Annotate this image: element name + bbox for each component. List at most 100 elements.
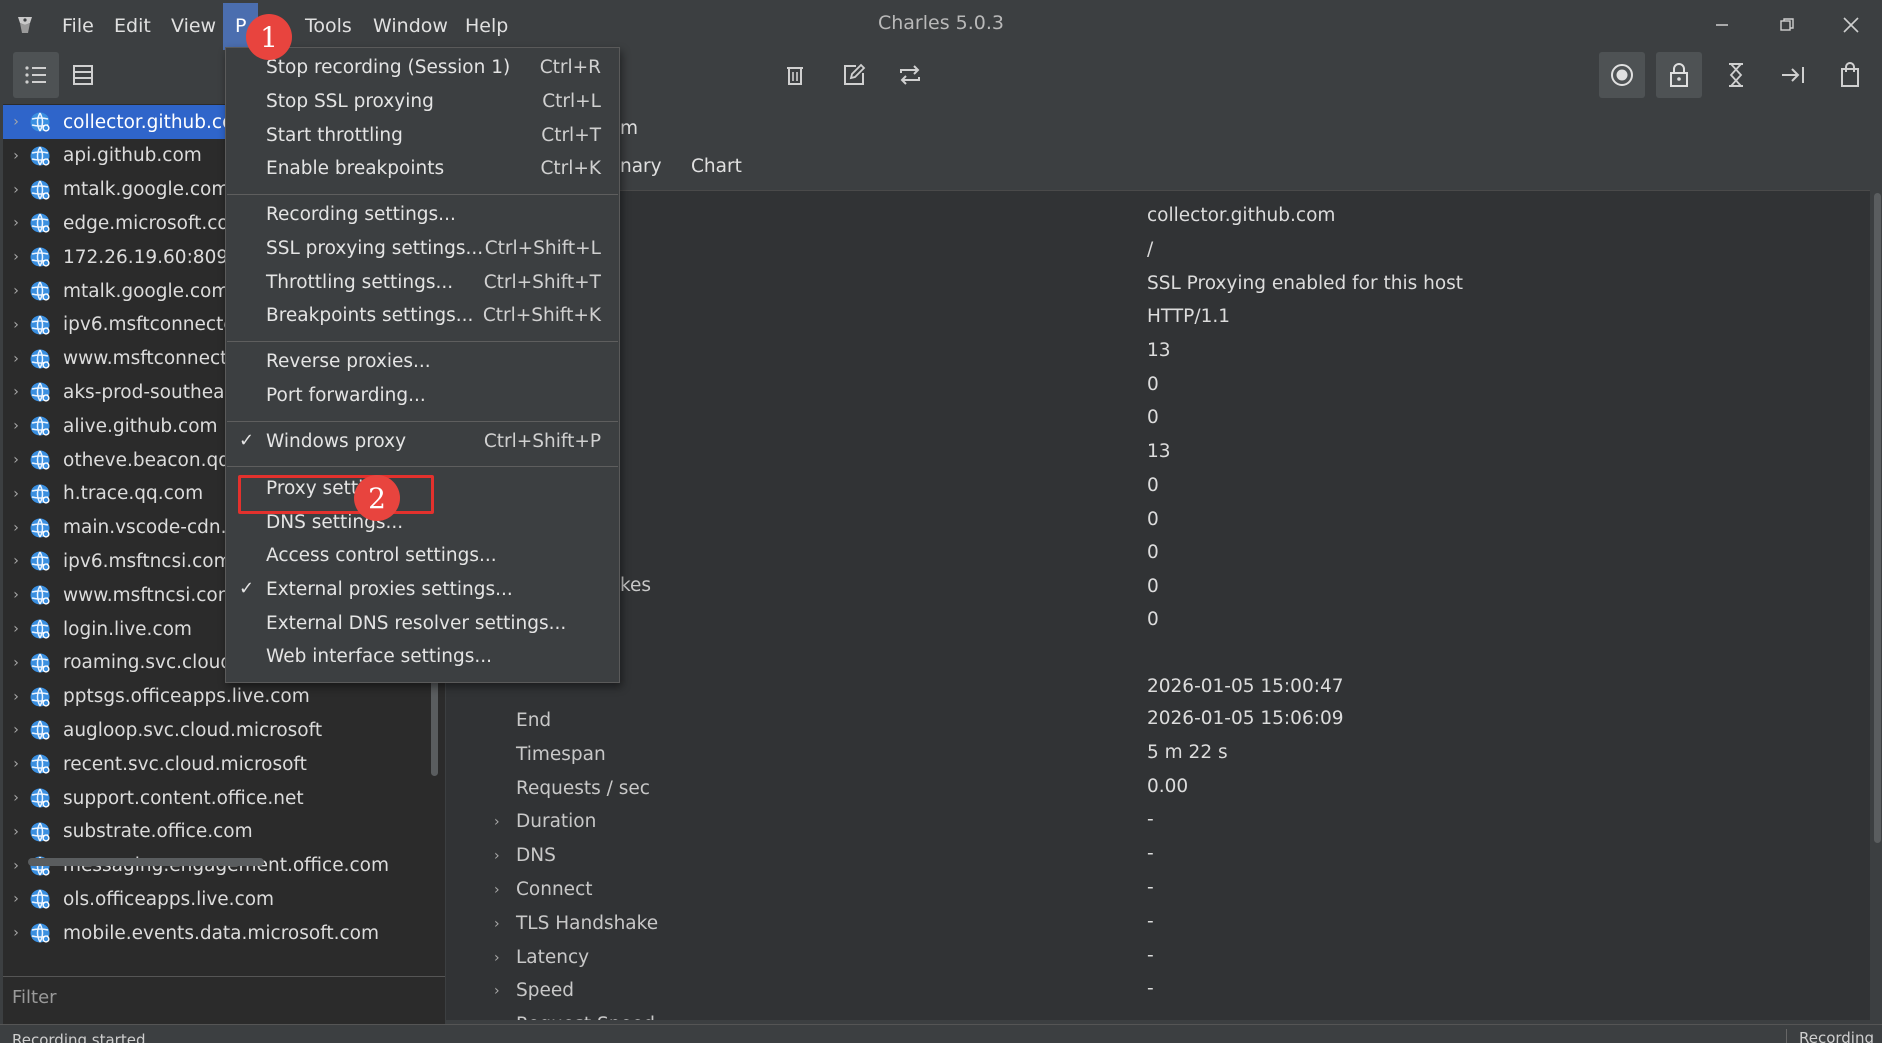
shopping-bag-button[interactable] — [1827, 52, 1873, 98]
minimize-icon — [1716, 24, 1728, 26]
restore-button[interactable] — [1762, 8, 1812, 42]
expand-chevron-icon[interactable]: › — [3, 621, 29, 637]
expand-chevron-icon[interactable]: › — [3, 283, 29, 299]
expand-chevron-icon[interactable]: › — [3, 858, 29, 874]
menu-item-label: Web interface settings... — [266, 646, 493, 667]
summary-label: End — [516, 710, 552, 731]
menu-item-label: Stop SSL proxying — [266, 91, 434, 112]
host-name: roaming.svc.cloud.r — [63, 652, 246, 674]
host-row[interactable]: › augloop.svc.cloud.microsoft — [3, 713, 445, 747]
expand-chevron-icon[interactable]: › — [3, 148, 29, 164]
menu-edit[interactable]: Edit — [110, 12, 155, 40]
menu-tools[interactable]: Tools — [301, 12, 356, 40]
expand-chevron-icon[interactable]: › — [3, 891, 29, 907]
tab-chart[interactable]: Chart — [691, 156, 742, 177]
structure-view-button[interactable] — [13, 52, 59, 98]
host-row[interactable]: › collector.github.com — [3, 105, 251, 139]
ssl-proxying-button[interactable] — [1656, 52, 1702, 98]
expand-chevron-icon[interactable]: › — [494, 848, 500, 864]
summary-label[interactable]: TLS Handshake — [516, 913, 658, 934]
expand-chevron-icon[interactable]: › — [494, 950, 500, 966]
expand-chevron-icon[interactable]: › — [3, 351, 29, 367]
menu-item-external-dns-resolver-settings[interactable]: External DNS resolver settings... — [226, 609, 619, 641]
expand-chevron-icon[interactable]: › — [3, 553, 29, 569]
expand-chevron-icon[interactable]: › — [3, 114, 29, 130]
menu-file[interactable]: File — [58, 12, 98, 40]
expand-chevron-icon[interactable]: › — [3, 655, 29, 671]
menu-item-recording-settings[interactable]: Recording settings... — [226, 200, 619, 232]
summary-scrollbar[interactable] — [1874, 193, 1881, 843]
throttling-button[interactable] — [1713, 52, 1759, 98]
expand-chevron-icon[interactable]: › — [494, 1017, 500, 1020]
menu-item-enable-breakpoints[interactable]: Enable breakpoints Ctrl+K — [226, 154, 619, 186]
repeat-button[interactable] — [887, 52, 933, 98]
expand-chevron-icon[interactable]: › — [3, 756, 29, 772]
menu-item-port-forwarding[interactable]: Port forwarding... — [226, 381, 619, 413]
menu-item-stop-recording-session-1[interactable]: Stop recording (Session 1) Ctrl+R — [226, 53, 619, 85]
expand-chevron-icon[interactable]: › — [3, 790, 29, 806]
host-row[interactable]: › ols.officeapps.live.com — [3, 882, 445, 916]
menu-view[interactable]: View — [167, 12, 220, 40]
expand-chevron-icon[interactable]: › — [3, 418, 29, 434]
menu-window[interactable]: Window — [369, 12, 452, 40]
host-row[interactable]: › recent.svc.cloud.microsoft — [3, 747, 445, 781]
host-row[interactable]: › mobile.events.data.microsoft.com — [3, 916, 445, 950]
summary-value: 2026-01-05 15:06:09 — [1147, 708, 1344, 729]
menu-item-start-throttling[interactable]: Start throttling Ctrl+T — [226, 121, 619, 153]
expand-chevron-icon[interactable]: › — [3, 317, 29, 333]
expand-chevron-icon[interactable]: › — [3, 182, 29, 198]
expand-chevron-icon[interactable]: › — [3, 486, 29, 502]
expand-chevron-icon[interactable]: › — [3, 384, 29, 400]
expand-chevron-icon[interactable]: › — [3, 722, 29, 738]
close-button[interactable] — [1826, 8, 1876, 42]
host-name: mtalk.google.com — [63, 280, 230, 302]
filter-field[interactable]: Filter — [3, 976, 445, 1018]
summary-label[interactable]: Duration — [516, 811, 596, 832]
breakpoints-button[interactable] — [1770, 52, 1816, 98]
summary-label[interactable]: Latency — [516, 947, 589, 968]
host-tree-horizontal-scrollbar[interactable] — [28, 858, 264, 866]
expand-chevron-icon[interactable]: › — [494, 814, 500, 830]
expand-chevron-icon[interactable]: › — [3, 824, 29, 840]
filter-label: Filter — [12, 987, 57, 1008]
tab-summary[interactable]: nary — [620, 156, 662, 177]
summary-value: - — [1147, 877, 1154, 898]
menu-item-breakpoints-settings[interactable]: Breakpoints settings... Ctrl+Shift+K — [226, 301, 619, 333]
expand-chevron-icon[interactable]: › — [3, 520, 29, 536]
summary-label[interactable]: Connect — [516, 879, 593, 900]
globe-icon — [29, 415, 51, 437]
host-name: api.github.com — [63, 145, 202, 167]
menu-item-windows-proxy[interactable]: ✓ Windows proxy Ctrl+Shift+P — [226, 427, 619, 459]
menu-item-external-proxies-settings[interactable]: ✓ External proxies settings... — [226, 575, 619, 607]
expand-chevron-icon[interactable]: › — [3, 925, 29, 941]
clear-session-button[interactable] — [772, 52, 818, 98]
menu-item-stop-ssl-proxying[interactable]: Stop SSL proxying Ctrl+L — [226, 87, 619, 119]
summary-value: 5 m 22 s — [1147, 741, 1228, 763]
menu-item-throttling-settings[interactable]: Throttling settings... Ctrl+Shift+T — [226, 268, 619, 300]
menu-item-reverse-proxies[interactable]: Reverse proxies... — [226, 347, 619, 379]
host-row[interactable]: › substrate.office.com — [3, 815, 445, 849]
expand-chevron-icon[interactable]: › — [3, 587, 29, 603]
minimize-button[interactable] — [1697, 8, 1747, 42]
menu-item-ssl-proxying-settings[interactable]: SSL proxying settings... Ctrl+Shift+L — [226, 234, 619, 266]
expand-chevron-icon[interactable]: › — [3, 689, 29, 705]
expand-chevron-icon[interactable]: › — [3, 452, 29, 468]
menu-item-access-control-settings[interactable]: Access control settings... — [226, 541, 619, 573]
expand-chevron-icon[interactable]: › — [3, 249, 29, 265]
host-row[interactable]: › pptsgs.officeapps.live.com — [3, 680, 445, 714]
expand-chevron-icon[interactable]: › — [494, 882, 500, 898]
menu-separator — [227, 341, 618, 342]
sequence-view-button[interactable] — [60, 52, 106, 98]
summary-label[interactable]: DNS — [516, 845, 556, 866]
expand-chevron-icon[interactable]: › — [494, 983, 500, 999]
expand-chevron-icon[interactable]: › — [3, 215, 29, 231]
record-button[interactable] — [1599, 52, 1645, 98]
menu-item-label: Reverse proxies... — [266, 351, 431, 372]
expand-chevron-icon[interactable]: › — [494, 916, 500, 932]
compose-button[interactable] — [831, 52, 877, 98]
menu-help[interactable]: Help — [461, 12, 512, 40]
menu-item-web-interface-settings[interactable]: Web interface settings... — [226, 642, 619, 674]
globe-icon — [29, 922, 51, 944]
summary-label[interactable]: Speed — [516, 980, 574, 1001]
host-row[interactable]: › support.content.office.net — [3, 781, 445, 815]
